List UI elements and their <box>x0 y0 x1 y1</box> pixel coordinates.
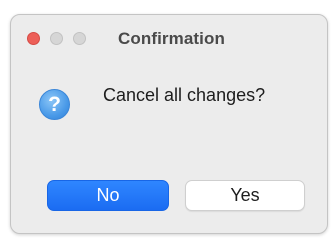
close-window-button[interactable] <box>27 32 40 45</box>
window-title: Confirmation <box>118 29 225 48</box>
minimize-window-button[interactable] <box>50 32 63 45</box>
yes-button[interactable]: Yes <box>185 180 305 211</box>
question-icon: ? <box>39 89 70 120</box>
no-button[interactable]: No <box>47 180 169 211</box>
confirmation-dialog: Confirmation ? Cancel all changes? No Ye… <box>10 14 328 234</box>
zoom-window-button[interactable] <box>73 32 86 45</box>
title-bar[interactable]: Confirmation <box>11 15 327 59</box>
dialog-message: Cancel all changes? <box>103 85 266 105</box>
